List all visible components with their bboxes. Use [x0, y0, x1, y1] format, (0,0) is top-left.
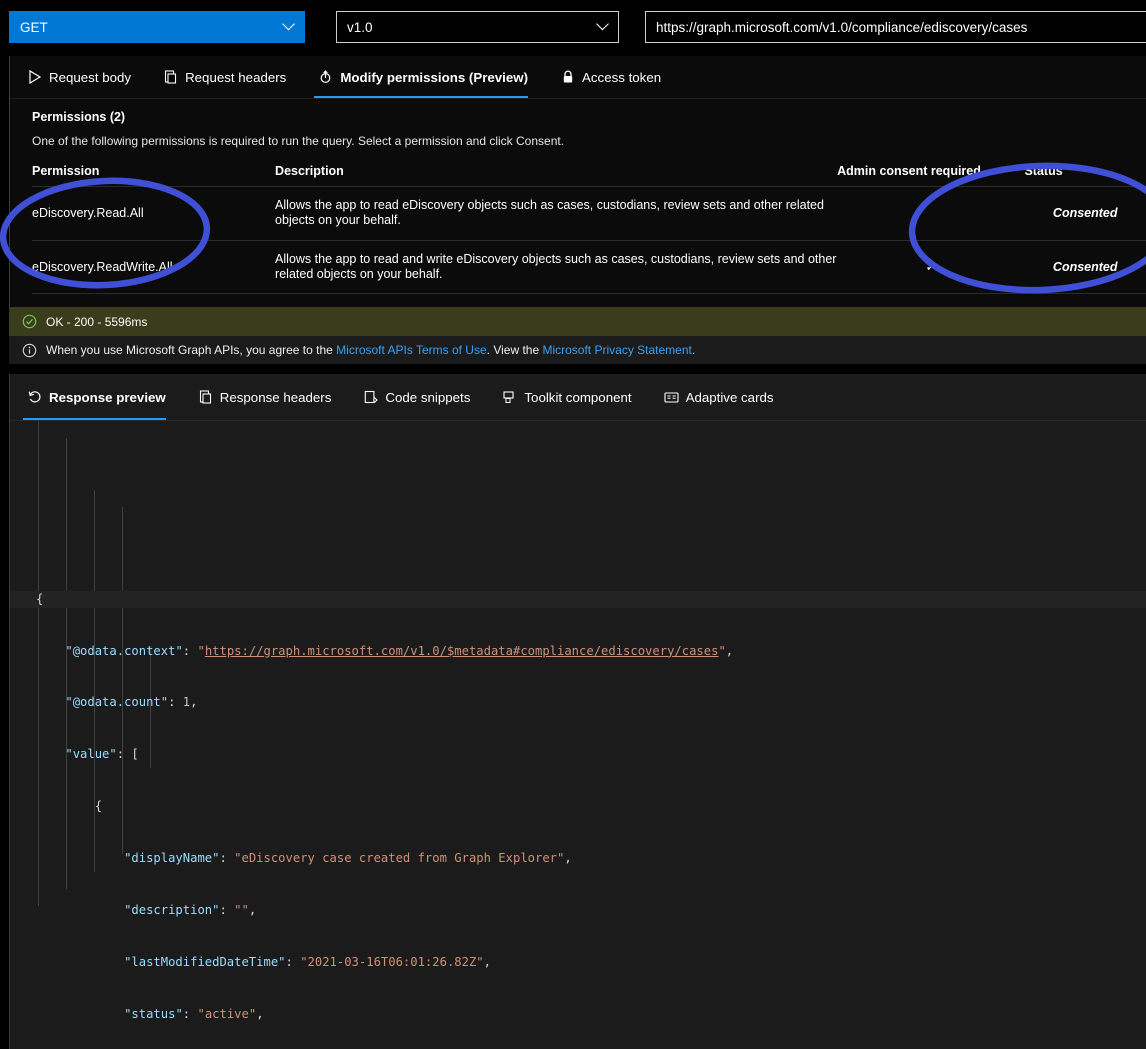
- request-url-value: https://graph.microsoft.com/v1.0/complia…: [656, 19, 1028, 35]
- terms-suffix: .: [691, 343, 696, 357]
- chevron-down-icon: [284, 22, 295, 33]
- tab-request-body[interactable]: Request body: [23, 56, 143, 98]
- cell-admin-consent-required: [837, 186, 1025, 241]
- code-line: "description": "",: [124, 903, 257, 918]
- code-line: "lastModifiedDateTime": "2021-03-16T06:0…: [124, 954, 491, 969]
- tab-label: Access token: [582, 69, 662, 85]
- terms-middle: . View the: [486, 343, 543, 357]
- info-circle-icon: [22, 343, 37, 358]
- request-url-input[interactable]: https://graph.microsoft.com/v1.0/complia…: [645, 11, 1146, 43]
- code-line: "value": [: [65, 747, 139, 762]
- column-header-permission: Permission: [32, 164, 276, 187]
- indent-guide: [66, 438, 67, 889]
- history-back-icon: [27, 390, 42, 405]
- request-tabs: Request body Request headers Modify perm…: [10, 56, 1146, 99]
- cell-permission-name: eDiscovery.ReadWrite.All: [32, 240, 276, 294]
- send-icon: [27, 70, 42, 85]
- cell-status: Consented: [1024, 240, 1146, 294]
- column-header-admin-consent: Admin consent required: [837, 164, 1025, 187]
- check-circle-icon: [22, 314, 37, 329]
- tab-response-preview[interactable]: Response preview: [23, 374, 178, 420]
- tab-label: Toolkit component: [524, 389, 632, 405]
- terms-text: When you use Microsoft Graph APIs, you a…: [46, 343, 695, 357]
- code-line: "@odata.count": 1,: [65, 695, 198, 710]
- code-line: "@odata.context": "https://graph.microso…: [65, 643, 734, 658]
- card-icon: [664, 390, 679, 405]
- tab-label: Response headers: [219, 389, 332, 405]
- table-header-row: Permission Description Admin consent req…: [32, 164, 1146, 187]
- column-header-description: Description: [275, 164, 838, 187]
- code-line: "displayName": "eDiscovery case created …: [124, 851, 572, 866]
- terms-info-bar: When you use Microsoft Graph APIs, you a…: [9, 336, 1146, 364]
- graph-explorer-screen: GET v1.0 https://graph.microsoft.com/v1.…: [0, 0, 1146, 1049]
- code-brackets-icon: [363, 390, 378, 405]
- permissions-key-icon: [318, 70, 333, 85]
- query-bar: GET v1.0 https://graph.microsoft.com/v1.…: [0, 6, 1146, 48]
- permissions-subtitle: One of the following permissions is requ…: [32, 134, 565, 148]
- cell-permission-name: eDiscovery.Read.All: [32, 186, 276, 241]
- permissions-heading: Permissions (2): [32, 110, 126, 124]
- http-method-select[interactable]: GET: [9, 11, 305, 43]
- cell-admin-consent-required: ✓: [837, 240, 1025, 294]
- privacy-statement-link[interactable]: Microsoft Privacy Statement: [542, 343, 691, 357]
- tab-response-headers[interactable]: Response headers: [194, 374, 344, 420]
- tab-label: Code snippets: [385, 389, 471, 405]
- api-version-select[interactable]: v1.0: [336, 11, 619, 43]
- tab-label: Request body: [49, 69, 132, 85]
- response-panel: Response preview Response headers Code s…: [9, 374, 1146, 1049]
- tab-toolkit-component[interactable]: Toolkit component: [498, 374, 643, 420]
- code-line: {: [94, 799, 103, 814]
- cell-status: Consented: [1024, 186, 1146, 241]
- terms-of-use-link[interactable]: Microsoft APIs Terms of Use: [336, 343, 487, 357]
- status-text: OK - 200 - 5596ms: [46, 314, 148, 329]
- tab-label: Response preview: [49, 389, 166, 405]
- tab-request-headers[interactable]: Request headers: [159, 56, 298, 98]
- cell-permission-description: Allows the app to read eDiscovery object…: [275, 186, 838, 241]
- request-panel: Request body Request headers Modify perm…: [9, 56, 1146, 317]
- tab-modify-permissions[interactable]: Modify permissions (Preview): [314, 56, 540, 98]
- code-line: {: [10, 590, 1146, 608]
- column-header-status: Status: [1024, 164, 1146, 187]
- response-status-bar: OK - 200 - 5596ms: [9, 307, 1146, 336]
- table-row[interactable]: eDiscovery.Read.All Allows the app to re…: [32, 186, 1146, 241]
- chevron-down-icon: [598, 22, 609, 33]
- permissions-section: Permissions (2) One of the following per…: [10, 99, 1146, 317]
- tab-adaptive-cards[interactable]: Adaptive cards: [660, 374, 786, 420]
- toolkit-icon: [502, 390, 517, 405]
- tab-label: Adaptive cards: [685, 389, 774, 405]
- tab-label: Modify permissions (Preview): [340, 69, 529, 85]
- response-json-viewer[interactable]: { "@odata.context": "https://graph.micro…: [10, 421, 1146, 1049]
- document-icon: [198, 390, 213, 405]
- http-method-value: GET: [20, 19, 48, 35]
- tab-access-token[interactable]: Access token: [556, 56, 673, 98]
- terms-prefix: When you use Microsoft Graph APIs, you a…: [46, 343, 337, 357]
- response-tabs: Response preview Response headers Code s…: [10, 374, 1146, 421]
- table-row[interactable]: eDiscovery.ReadWrite.All Allows the app …: [32, 240, 1146, 294]
- indent-guide: [38, 421, 39, 906]
- tab-code-snippets[interactable]: Code snippets: [359, 374, 482, 420]
- code-line: "status": "active",: [124, 1006, 264, 1021]
- permissions-table: Permission Description Admin consent req…: [32, 164, 1146, 317]
- api-version-value: v1.0: [347, 19, 373, 35]
- lock-icon: [560, 70, 575, 85]
- odata-context-link[interactable]: https://graph.microsoft.com/v1.0/$metada…: [205, 644, 719, 658]
- tab-label: Request headers: [185, 69, 287, 85]
- cell-permission-description: Allows the app to read and write eDiscov…: [275, 240, 838, 294]
- document-icon: [163, 70, 178, 85]
